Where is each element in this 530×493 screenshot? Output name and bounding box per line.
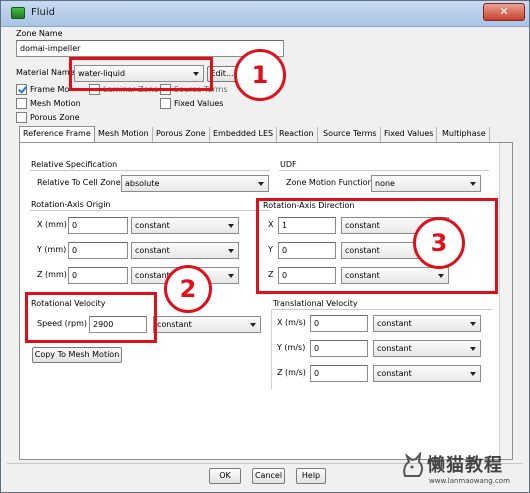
help-button[interactable]: Help <box>296 468 326 484</box>
trans-z-mode: constant <box>377 369 412 378</box>
origin-y-mode-select[interactable]: constant <box>131 242 239 259</box>
zone-name-label: Zone Name <box>16 29 63 38</box>
cancel-button[interactable]: Cancel <box>252 468 285 484</box>
chevron-down-icon <box>470 372 476 376</box>
porous-zone-checkbox[interactable] <box>16 112 27 123</box>
chevron-down-icon <box>228 224 234 228</box>
annotation-number-1: 1 <box>234 49 286 101</box>
trans-x-input[interactable]: 0 <box>310 315 368 332</box>
rotation-origin-title: Rotation-Axis Origin <box>31 200 111 209</box>
zone-motion-function-label: Zone Motion Function <box>286 178 373 187</box>
watermark-url: www.lanmaowang.com <box>429 477 510 485</box>
tab-source-terms[interactable]: Source Terms <box>320 127 381 142</box>
origin-x-mode: constant <box>135 221 170 230</box>
rotational-velocity-highlight-box <box>25 292 157 343</box>
trans-z-label: Z (m/s) <box>277 368 306 377</box>
title-bar[interactable]: Fluid ✕ <box>1 1 529 27</box>
origin-y-mode: constant <box>135 246 170 255</box>
divider <box>279 170 489 171</box>
trans-x-label: X (m/s) <box>277 318 306 327</box>
trans-x-mode-select[interactable]: constant <box>373 315 481 332</box>
annotation-number-3: 3 <box>413 217 465 269</box>
relative-cell-zone-value: absolute <box>125 179 160 188</box>
chevron-down-icon <box>228 274 234 278</box>
origin-z-input[interactable]: 0 <box>68 267 128 284</box>
zone-motion-function-select[interactable]: none <box>371 175 481 192</box>
origin-z-label: Z (mm) <box>37 270 67 279</box>
chevron-down-icon <box>470 322 476 326</box>
origin-x-label: X (mm) <box>37 220 67 229</box>
chevron-down-icon <box>258 182 264 186</box>
trans-z-input[interactable]: 0 <box>310 365 368 382</box>
origin-z-mode: constant <box>135 271 170 280</box>
mesh-motion-label: Mesh Motion <box>30 99 81 108</box>
fixed-values-label: Fixed Values <box>174 99 224 108</box>
divider <box>30 210 270 211</box>
zone-motion-function-value: none <box>375 179 395 188</box>
divider <box>272 309 492 310</box>
cat-logo-icon <box>401 450 425 480</box>
fluent-app-icon <box>11 7 25 19</box>
tab-fixed-values[interactable]: Fixed Values <box>381 127 438 142</box>
fluid-dialog: Fluid ✕ Zone Name domai-impeller Materia… <box>0 0 530 493</box>
material-name-label: Material Name <box>16 68 75 77</box>
material-highlight-box <box>69 57 213 91</box>
window-title: Fluid <box>31 7 55 18</box>
divider <box>30 170 270 171</box>
relative-cell-zone-select[interactable]: absolute <box>121 175 269 192</box>
chevron-down-icon <box>470 347 476 351</box>
mesh-motion-checkbox[interactable] <box>16 98 27 109</box>
ok-button[interactable]: OK <box>209 468 241 484</box>
trans-y-mode: constant <box>377 344 412 353</box>
trans-y-label: Y (m/s) <box>277 343 306 352</box>
udf-title: UDF <box>280 160 297 169</box>
frame-motion-checkbox[interactable] <box>16 84 27 95</box>
frame-motion-label: Frame Mo <box>30 85 70 94</box>
chevron-down-icon <box>228 249 234 253</box>
relative-cell-zone-label: Relative To Cell Zone <box>37 178 121 187</box>
tab-multiphase[interactable]: Multiphase <box>439 127 490 142</box>
tab-porous-zone[interactable]: Porous Zone <box>153 127 210 142</box>
trans-z-mode-select[interactable]: constant <box>373 365 481 382</box>
tab-embedded-les[interactable]: Embedded LES <box>210 127 278 142</box>
tab-reaction[interactable]: Reaction <box>276 127 318 142</box>
watermark-name: 懒猫教程 <box>427 455 503 476</box>
trans-y-input[interactable]: 0 <box>310 340 368 357</box>
tab-mesh-motion[interactable]: Mesh Motion <box>95 127 153 142</box>
chevron-down-icon <box>470 182 476 186</box>
trans-x-mode: constant <box>377 319 412 328</box>
close-icon[interactable]: ✕ <box>483 3 525 21</box>
porous-zone-label: Porous Zone <box>30 113 80 122</box>
copy-to-mesh-motion-button[interactable]: Copy To Mesh Motion <box>32 347 122 363</box>
divider <box>271 309 272 389</box>
relative-spec-title: Relative Specification <box>31 160 118 169</box>
fixed-values-checkbox[interactable] <box>160 98 171 109</box>
translational-velocity-title: Translational Velocity <box>273 299 358 308</box>
origin-x-mode-select[interactable]: constant <box>131 217 239 234</box>
panel-scrollbar[interactable] <box>499 143 512 459</box>
annotation-number-2: 2 <box>164 265 212 313</box>
trans-y-mode-select[interactable]: constant <box>373 340 481 357</box>
origin-x-input[interactable]: 0 <box>68 217 128 234</box>
speed-mode: constant <box>157 320 192 329</box>
chevron-down-icon <box>250 323 256 327</box>
origin-y-label: Y (mm) <box>37 245 67 254</box>
tab-reference-frame[interactable]: Reference Frame <box>19 126 95 142</box>
speed-mode-select[interactable]: constant <box>153 316 261 333</box>
origin-y-input[interactable]: 0 <box>68 242 128 259</box>
